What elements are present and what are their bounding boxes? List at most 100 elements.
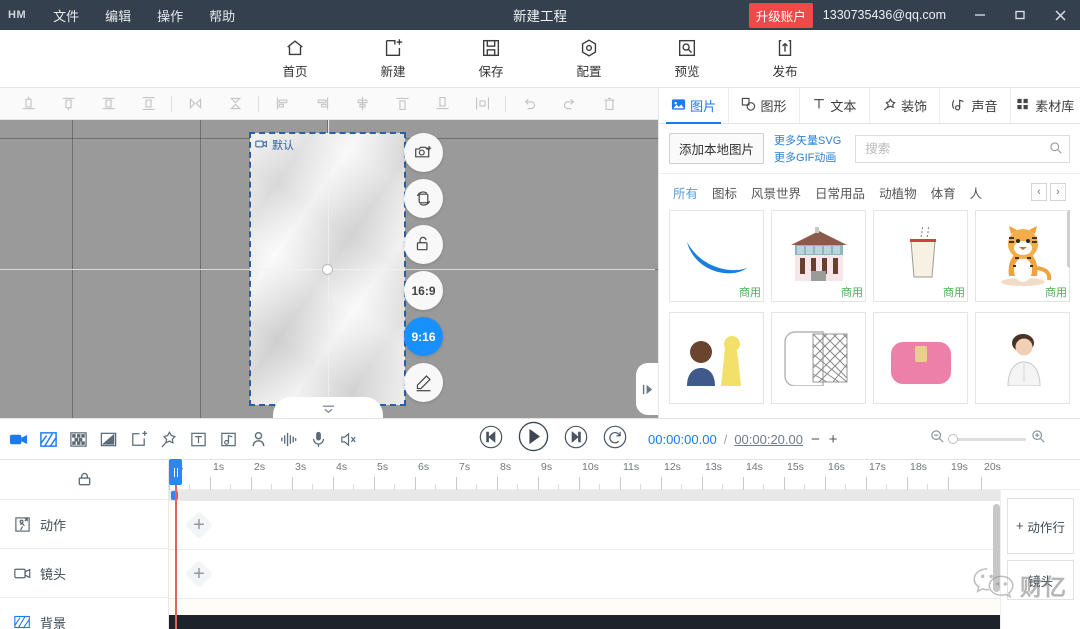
canvas-area[interactable]: 默认 16:9 9:16: [0, 120, 658, 418]
timeline-vertical-scrollbar[interactable]: [993, 504, 1000, 592]
duration-increase-button[interactable]: +: [828, 431, 839, 448]
timeline-horizontal-scrollbar[interactable]: [169, 490, 1080, 501]
category-prev-button[interactable]: ‹: [1031, 183, 1047, 201]
video-icon[interactable]: [8, 429, 29, 450]
asset-item[interactable]: 商用: [771, 210, 866, 302]
align-bottom-icon[interactable]: [88, 89, 128, 119]
tab-library[interactable]: 素材库: [1011, 88, 1080, 123]
timeline-body[interactable]: 0s 1s 2s 3s 4s 5s 6s 7s 8s 9s 10s 11s 12…: [169, 459, 1080, 629]
zoom-in-icon[interactable]: [1031, 429, 1046, 449]
account-email[interactable]: 1330735436@qq.com: [823, 8, 946, 22]
skip-previous-icon[interactable]: [478, 424, 504, 455]
add-action-clip-button[interactable]: +: [186, 512, 212, 538]
upgrade-account-button[interactable]: 升级账户: [748, 2, 813, 28]
asset-item[interactable]: 商用: [873, 210, 968, 302]
category-next-button[interactable]: ›: [1050, 183, 1066, 201]
more-gif-link[interactable]: 更多GIF动画: [774, 149, 841, 165]
tab-shapes[interactable]: 图形: [729, 88, 800, 123]
category-people[interactable]: 人: [970, 183, 983, 202]
add-action-row-button[interactable]: + 动作行: [1007, 498, 1074, 554]
camera-row-button[interactable]: 镜头: [1007, 560, 1074, 600]
mute-icon[interactable]: [338, 429, 359, 450]
playhead[interactable]: [169, 459, 182, 629]
category-landscape[interactable]: 风景世界: [751, 183, 801, 202]
timeline-ruler[interactable]: 0s 1s 2s 3s 4s 5s 6s 7s 8s 9s 10s 11s 12…: [169, 460, 1080, 490]
asset-item[interactable]: [975, 311, 1070, 404]
music-icon[interactable]: [218, 429, 239, 450]
asset-item[interactable]: 商用: [975, 210, 1070, 302]
magic-wand-icon[interactable]: [158, 429, 179, 450]
flip-horizontal-icon[interactable]: [175, 89, 215, 119]
lock-icon[interactable]: [0, 460, 168, 500]
stage-center-handle[interactable]: [322, 263, 333, 275]
gradient-icon[interactable]: [98, 429, 119, 450]
distribute-vertical-icon[interactable]: [128, 89, 168, 119]
panel-collapse-handle[interactable]: [636, 363, 658, 415]
toolbar-preview-button[interactable]: 预览: [657, 37, 717, 80]
bring-front-icon[interactable]: [382, 89, 422, 119]
toolbar-publish-button[interactable]: 发布: [755, 37, 815, 80]
add-camera-clip-button[interactable]: +: [186, 561, 212, 587]
category-sports[interactable]: 体育: [931, 183, 956, 202]
zoom-slider[interactable]: [948, 434, 1026, 444]
tab-text[interactable]: 文本: [800, 88, 870, 123]
waveform-icon[interactable]: [278, 429, 299, 450]
add-photo-icon[interactable]: [404, 133, 443, 172]
asset-item[interactable]: 商用: [669, 210, 764, 302]
track-row[interactable]: +: [169, 550, 1080, 599]
loop-icon[interactable]: [602, 424, 628, 455]
skip-next-icon[interactable]: [563, 424, 589, 455]
align-middle-icon[interactable]: [48, 89, 88, 119]
layer-badge[interactable]: 默认: [255, 137, 294, 153]
undo-icon[interactable]: [509, 89, 549, 119]
send-back-icon[interactable]: [422, 89, 462, 119]
unlock-icon[interactable]: [404, 225, 443, 264]
tab-decoration[interactable]: 装饰: [870, 88, 941, 123]
play-icon[interactable]: [517, 420, 550, 458]
toolbar-save-button[interactable]: 保存: [461, 37, 521, 80]
toolbar-config-button[interactable]: 配置: [559, 37, 619, 80]
microphone-icon[interactable]: [308, 429, 329, 450]
toolbar-new-button[interactable]: 新建: [363, 37, 423, 80]
tab-images[interactable]: 图片: [659, 88, 730, 124]
zoom-out-icon[interactable]: [930, 429, 945, 449]
add-frame-icon[interactable]: [128, 429, 149, 450]
ratio-9-16-button[interactable]: 9:16: [404, 317, 443, 356]
toolbar-home-button[interactable]: 首页: [265, 37, 325, 80]
close-button[interactable]: [1040, 0, 1080, 30]
track-header-action[interactable]: 动作: [0, 500, 168, 549]
category-icons[interactable]: 图标: [712, 183, 737, 202]
asset-item[interactable]: [873, 311, 968, 404]
tab-sound[interactable]: 声音: [940, 88, 1011, 123]
category-all[interactable]: 所有: [673, 183, 698, 202]
distribute-horizontal-icon[interactable]: [462, 89, 502, 119]
align-left-icon[interactable]: [262, 89, 302, 119]
picture-icon[interactable]: [38, 429, 59, 450]
flip-vertical-icon[interactable]: [215, 89, 255, 119]
pencil-icon[interactable]: [404, 363, 443, 402]
menu-item-help[interactable]: 帮助: [196, 6, 248, 25]
menu-item-edit[interactable]: 编辑: [92, 6, 144, 25]
playhead-knob[interactable]: [169, 459, 182, 485]
align-right-icon[interactable]: [302, 89, 342, 119]
track-header-camera[interactable]: 镜头: [0, 549, 168, 598]
more-svg-link[interactable]: 更多矢量SVG: [774, 132, 841, 148]
menu-item-operate[interactable]: 操作: [144, 6, 196, 25]
person-icon[interactable]: [248, 429, 269, 450]
mosaic-icon[interactable]: [68, 429, 89, 450]
track-row[interactable]: +: [169, 501, 1080, 550]
search-input[interactable]: [855, 134, 1070, 163]
text-box-icon[interactable]: [188, 429, 209, 450]
zoom-slider-knob[interactable]: [948, 434, 958, 444]
asset-item[interactable]: [669, 311, 764, 404]
stage-bottom-handle[interactable]: [273, 397, 383, 418]
ratio-16-9-button[interactable]: 16:9: [404, 271, 443, 310]
total-duration[interactable]: 00:00:20.00: [734, 432, 803, 447]
menu-item-file[interactable]: 文件: [40, 6, 92, 25]
replace-icon[interactable]: [404, 179, 443, 218]
asset-item[interactable]: [771, 311, 866, 404]
asset-grid-scrollbar[interactable]: [1067, 210, 1070, 268]
track-header-background[interactable]: 背景: [0, 598, 168, 629]
category-daily[interactable]: 日常用品: [815, 183, 865, 202]
redo-icon[interactable]: [549, 89, 589, 119]
